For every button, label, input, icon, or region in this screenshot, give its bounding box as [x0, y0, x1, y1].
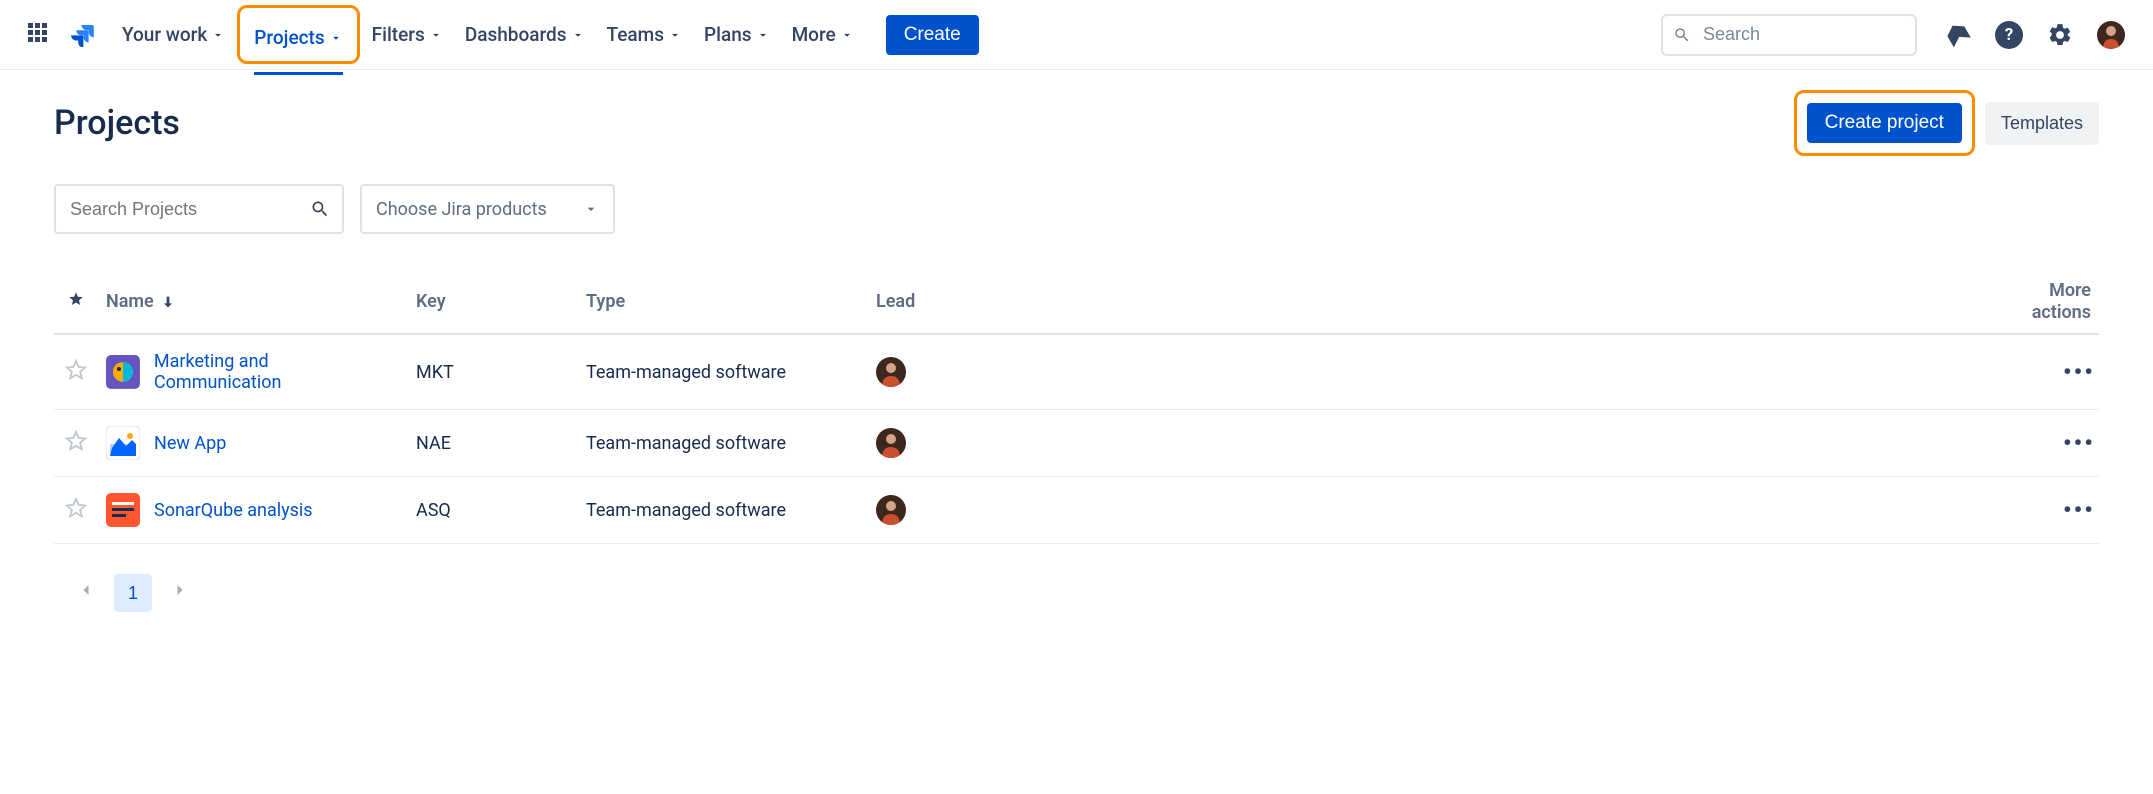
- star-outline-icon[interactable]: [65, 359, 87, 381]
- chevron-down-icon: [583, 201, 599, 217]
- chevron-down-icon: [840, 28, 854, 42]
- col-name[interactable]: Name: [98, 274, 408, 334]
- top-navigation: Your work Projects Filters Dashboards Te…: [0, 0, 2153, 70]
- row-more-actions-icon[interactable]: •••: [2063, 358, 2091, 386]
- project-search-input[interactable]: [54, 184, 344, 234]
- nav-filters[interactable]: Filters: [362, 15, 453, 54]
- row-more-actions-icon[interactable]: •••: [2063, 429, 2091, 457]
- notifications-icon[interactable]: [1945, 22, 1971, 48]
- chevron-down-icon: [756, 28, 770, 42]
- project-key: NAE: [408, 410, 578, 477]
- project-type: Team-managed software: [578, 477, 868, 544]
- filters-row: Choose Jira products: [54, 184, 2099, 234]
- product-select-label: Choose Jira products: [376, 199, 547, 220]
- col-lead[interactable]: Lead: [868, 274, 1999, 334]
- project-icon: [106, 493, 140, 527]
- col-more-label-line2: actions: [2007, 302, 2091, 324]
- page-content: Projects Create project Templates Choose…: [0, 70, 2153, 662]
- nav-label: Teams: [607, 23, 664, 46]
- star-filled-icon: [68, 291, 84, 307]
- star-outline-icon[interactable]: [65, 430, 87, 452]
- nav-items: Your work Projects Filters Dashboards Te…: [112, 5, 979, 64]
- col-name-label: Name: [106, 291, 154, 312]
- help-icon[interactable]: ?: [1995, 21, 2023, 49]
- create-button[interactable]: Create: [886, 15, 979, 55]
- project-search: [54, 184, 344, 234]
- nav-projects[interactable]: Projects: [244, 18, 352, 57]
- nav-your-work[interactable]: Your work: [112, 15, 235, 54]
- chevron-right-icon: [170, 580, 190, 600]
- page-header: Projects Create project Templates: [54, 90, 2099, 156]
- page-next-button[interactable]: [162, 575, 198, 611]
- table-row: Marketing and Communication MKT Team-man…: [54, 334, 2099, 410]
- templates-button[interactable]: Templates: [1985, 102, 2099, 145]
- global-search-input[interactable]: [1661, 14, 1917, 56]
- col-more-actions: More actions: [1999, 274, 2099, 334]
- star-outline-icon[interactable]: [65, 497, 87, 519]
- project-type: Team-managed software: [578, 334, 868, 410]
- nav-dashboards[interactable]: Dashboards: [455, 15, 595, 54]
- chevron-down-icon: [211, 28, 225, 42]
- nav-more[interactable]: More: [782, 15, 864, 54]
- project-type: Team-managed software: [578, 410, 868, 477]
- project-key: MKT: [408, 334, 578, 410]
- table-row: SonarQube analysis ASQ Team-managed soft…: [54, 477, 2099, 544]
- col-type[interactable]: Type: [578, 274, 868, 334]
- project-name-link[interactable]: Marketing and Communication: [154, 351, 400, 393]
- nav-label: Your work: [122, 23, 207, 46]
- lead-avatar[interactable]: [876, 357, 906, 387]
- project-key: ASQ: [408, 477, 578, 544]
- global-search: [1661, 14, 1917, 56]
- projects-table: Name Key Type Lead More actions Marke: [54, 274, 2099, 544]
- lead-avatar[interactable]: [876, 495, 906, 525]
- col-star: [54, 274, 98, 334]
- jira-product-select[interactable]: Choose Jira products: [360, 184, 615, 234]
- highlight-projects-nav: Projects: [237, 5, 359, 64]
- nav-label: Dashboards: [465, 23, 567, 46]
- jira-logo-icon[interactable]: [70, 23, 94, 47]
- project-name-link[interactable]: New App: [154, 433, 226, 454]
- table-row: New App NAE Team-managed software •••: [54, 410, 2099, 477]
- lead-avatar[interactable]: [876, 428, 906, 458]
- profile-avatar[interactable]: [2097, 21, 2125, 49]
- page-number-current[interactable]: 1: [114, 574, 152, 612]
- chevron-left-icon: [76, 580, 96, 600]
- create-project-button[interactable]: Create project: [1807, 103, 1962, 143]
- page-prev-button[interactable]: [68, 575, 104, 611]
- col-more-label-line1: More: [2007, 280, 2091, 302]
- row-more-actions-icon[interactable]: •••: [2063, 496, 2091, 524]
- nav-label: Plans: [704, 23, 752, 46]
- chevron-down-icon: [329, 31, 343, 45]
- pagination: 1: [54, 544, 2099, 642]
- nav-teams[interactable]: Teams: [597, 15, 692, 54]
- nav-label: Filters: [372, 23, 425, 46]
- search-icon: [1673, 26, 1691, 44]
- sort-down-icon: [160, 294, 176, 310]
- nav-label: Projects: [254, 26, 324, 49]
- page-title: Projects: [54, 103, 180, 143]
- project-icon: [106, 355, 140, 389]
- chevron-down-icon: [668, 28, 682, 42]
- nav-plans[interactable]: Plans: [694, 15, 780, 54]
- project-icon: [106, 426, 140, 460]
- app-switcher-icon[interactable]: [28, 23, 52, 47]
- chevron-down-icon: [429, 28, 443, 42]
- highlight-create-project: Create project: [1794, 90, 1975, 156]
- col-key[interactable]: Key: [408, 274, 578, 334]
- nav-label: More: [792, 23, 836, 46]
- search-icon: [310, 199, 330, 219]
- chevron-down-icon: [571, 28, 585, 42]
- settings-gear-icon[interactable]: [2047, 22, 2073, 48]
- project-name-link[interactable]: SonarQube analysis: [154, 500, 313, 521]
